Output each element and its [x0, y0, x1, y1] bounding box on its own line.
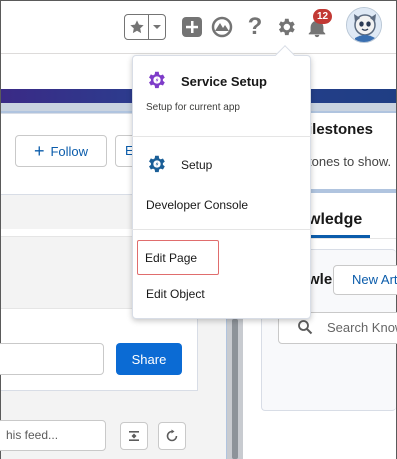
service-setup-item[interactable]: Service Setup	[181, 74, 267, 89]
new-article-button[interactable]: New Art	[333, 265, 397, 295]
help-icon: ?	[247, 13, 263, 40]
trailhead-button[interactable]	[211, 16, 233, 38]
plus-icon: +	[33, 141, 45, 161]
trailhead-icon	[211, 16, 233, 38]
notification-count-badge: 12	[313, 9, 332, 24]
setup-gear-button[interactable]	[275, 16, 297, 38]
edit-object-item[interactable]: Edit Object	[146, 287, 205, 301]
sort-icon	[129, 431, 139, 441]
share-button[interactable]: Share	[116, 343, 182, 375]
header-divider	[1, 53, 396, 54]
global-actions-button[interactable]	[181, 16, 203, 38]
menu-divider	[132, 229, 311, 230]
feed-filter-button[interactable]	[120, 422, 148, 450]
knowledge-panel-title: wle	[308, 271, 333, 288]
gear-icon	[278, 18, 295, 36]
favorites-button-group	[124, 14, 166, 40]
star-icon	[129, 20, 144, 34]
tab-knowledge[interactable]: wledge	[308, 211, 362, 229]
avatar[interactable]	[346, 7, 382, 43]
scrollbar-thumb[interactable]	[232, 319, 238, 459]
setup-dropdown-menu	[132, 55, 311, 319]
favorites-star-button[interactable]	[125, 15, 149, 39]
feed-search-input[interactable]: his feed...	[0, 420, 106, 451]
post-input[interactable]	[0, 343, 104, 375]
follow-label: Follow	[50, 143, 89, 159]
plus-icon	[182, 17, 202, 37]
developer-console-item[interactable]: Developer Console	[146, 198, 248, 212]
edit-page-item[interactable]: Edit Page	[145, 251, 197, 265]
favorites-list-button[interactable]	[149, 15, 165, 39]
setup-icon	[149, 155, 165, 173]
feed-refresh-button[interactable]	[158, 422, 186, 450]
milestones-empty-text: tones to show.	[308, 154, 392, 169]
follow-button[interactable]: + Follow	[15, 135, 107, 167]
service-setup-subtitle: Setup for current app	[146, 102, 240, 113]
service-setup-icon	[149, 71, 165, 89]
milestones-title: ilestones	[308, 121, 374, 138]
refresh-icon	[166, 429, 178, 442]
chevron-down-icon	[153, 25, 161, 29]
help-button[interactable]: ?	[244, 13, 266, 40]
menu-divider	[132, 136, 311, 137]
search-icon	[298, 320, 313, 335]
setup-item[interactable]: Setup	[181, 158, 212, 172]
